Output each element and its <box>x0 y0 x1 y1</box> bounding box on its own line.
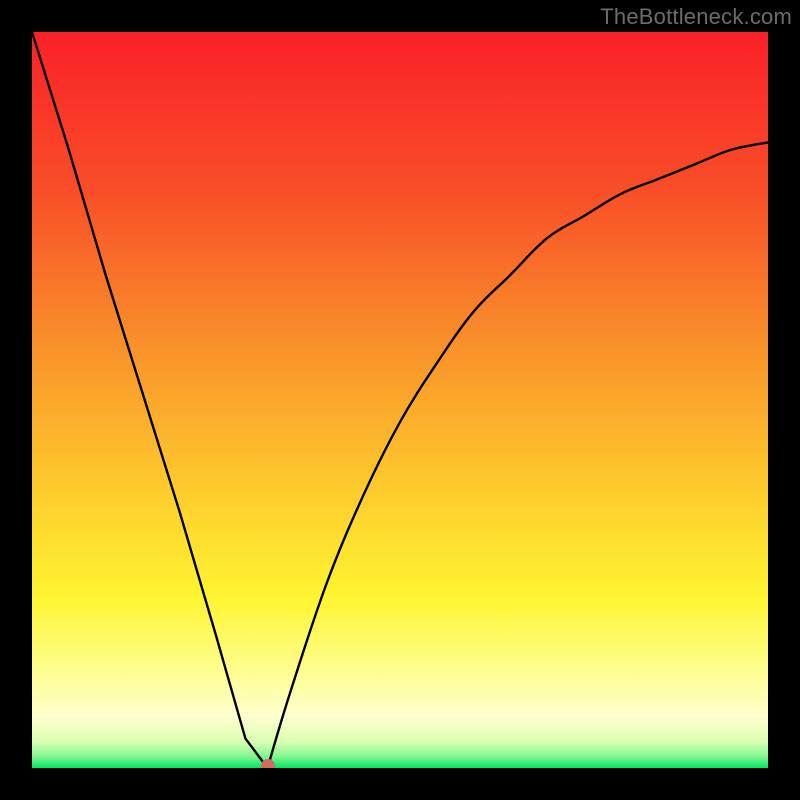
plot-area <box>32 32 768 768</box>
chart-frame: TheBottleneck.com <box>0 0 800 800</box>
attribution-watermark: TheBottleneck.com <box>600 4 792 30</box>
bottleneck-curve <box>32 32 768 768</box>
optimal-point-marker <box>261 759 275 768</box>
